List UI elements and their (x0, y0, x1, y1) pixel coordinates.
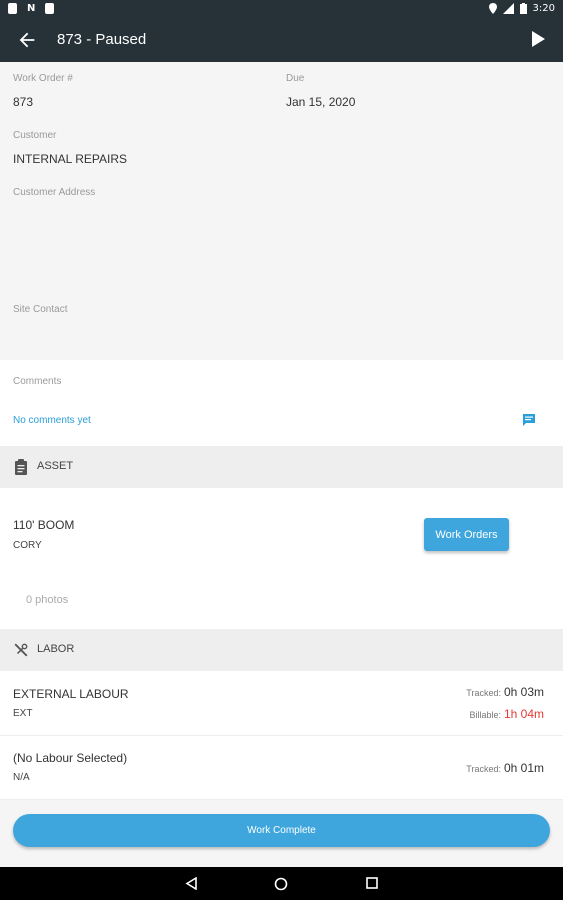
tracked-value: 0h 03m (503, 685, 544, 699)
work-order-info: Work Order # 873 Due Jan 15, 2020 Custom… (0, 62, 563, 360)
asset-section-title: ASSET (37, 460, 74, 472)
labor-code: N/A (13, 772, 30, 783)
battery-icon (519, 3, 527, 14)
photos-count[interactable]: 0 photos (26, 594, 68, 606)
work-order-number-label: Work Order # (13, 73, 73, 84)
tracked-label: Tracked: (466, 764, 501, 774)
arrow-left-icon[interactable] (16, 29, 38, 51)
play-icon[interactable] (531, 31, 545, 47)
labor-row[interactable]: (No Labour Selected) N/A Tracked: 0h 01m (0, 736, 563, 800)
work-order-number-value: 873 (13, 95, 34, 109)
tracked-label: Tracked: (466, 688, 501, 698)
signal-icon (502, 3, 514, 14)
status-left-icons: N (8, 3, 55, 14)
no-comments-text[interactable]: No comments yet (13, 415, 91, 426)
labor-section-header: LABOR (0, 629, 563, 671)
nav-recents-icon[interactable] (366, 877, 378, 889)
clock: 3:20 (532, 3, 555, 14)
location-icon (488, 3, 497, 14)
tracked-time: Tracked: 0h 01m (466, 761, 544, 775)
customer-label: Customer (13, 130, 57, 141)
page-title: 873 - Paused (57, 31, 147, 48)
comments-section: Comments No comments yet (0, 360, 563, 446)
app-bar: 873 - Paused (0, 20, 563, 62)
billable-value: 1h 04m (503, 707, 544, 721)
tracked-value: 0h 01m (503, 761, 544, 775)
asset-owner: CORY (13, 540, 42, 551)
work-complete-button[interactable]: Work Complete (13, 814, 550, 847)
notification-icon-2 (45, 3, 55, 14)
work-orders-button[interactable]: Work Orders (424, 518, 509, 551)
due-value: Jan 15, 2020 (286, 95, 356, 109)
billable-label: Billable: (469, 710, 501, 720)
billable-time: Billable: 1h 04m (469, 707, 544, 721)
customer-address-label: Customer Address (13, 187, 96, 198)
nav-back-icon[interactable] (185, 877, 198, 890)
comment-icon[interactable] (522, 413, 536, 427)
n-notification-icon: N (27, 3, 36, 14)
labor-name: EXTERNAL LABOUR (13, 687, 129, 701)
comments-label: Comments (13, 376, 62, 387)
asset-card: 110' BOOM CORY Work Orders 0 photos (0, 488, 563, 629)
site-contact-label: Site Contact (13, 304, 68, 315)
tools-icon (14, 643, 28, 657)
customer-value: INTERNAL REPAIRS (13, 152, 128, 166)
asset-name: 110' BOOM (13, 518, 75, 532)
tracked-time: Tracked: 0h 03m (466, 685, 544, 699)
labor-code: EXT (13, 708, 33, 719)
status-bar: N 3:20 (0, 0, 563, 20)
due-label: Due (286, 73, 305, 84)
asset-section-header: ASSET (0, 446, 563, 488)
labor-section-title: LABOR (37, 643, 75, 655)
notification-icon (8, 3, 17, 14)
clipboard-icon (15, 459, 27, 475)
status-right-icons: 3:20 (488, 3, 555, 14)
labor-row[interactable]: EXTERNAL LABOUR EXT Tracked: 0h 03m Billa… (0, 671, 563, 736)
nav-home-icon[interactable] (274, 877, 288, 891)
bottom-action-bar: Work Complete (0, 800, 563, 867)
system-nav-bar (0, 867, 563, 900)
labor-name: (No Labour Selected) (13, 751, 128, 765)
